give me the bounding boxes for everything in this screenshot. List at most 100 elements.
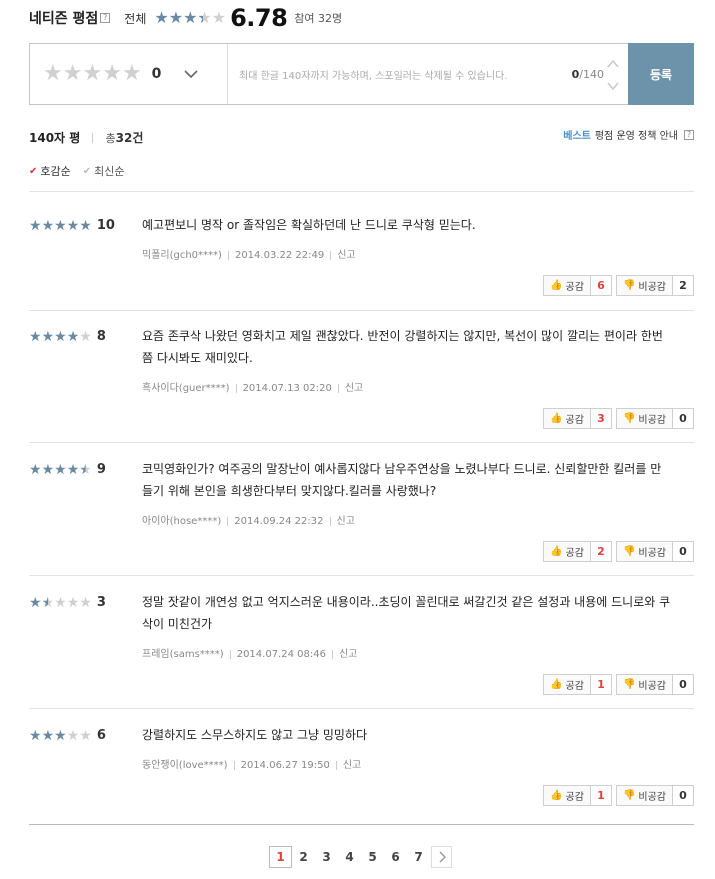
sort-option-latest[interactable]: ✔ 최신순 [83,163,125,179]
star-icon: ★ [29,727,42,744]
rating-stars-input[interactable]: ★ ★ ★ ★ ★ [43,63,142,85]
review-author[interactable]: 동안쟁이(love****) [142,760,228,771]
sort-options: ✔ 호감순 ✔ 최신순 [29,163,137,179]
participant-count: 참여 32명 [294,12,343,25]
review-author[interactable]: 흑사이다(guer****) [142,383,230,394]
dislike-button[interactable]: 👎 비공감 [615,785,673,806]
vote-buttons: 👍 공감 3 👎 비공감 0 [543,408,694,429]
like-button[interactable]: 👍 공감 [543,785,591,806]
review-date: 2014.07.24 08:46 [236,649,326,660]
review-text: 코믹영화인가? 여주공의 말장난이 예사롭지않다 남우주연상을 노렸나부다 드니… [142,462,662,498]
thumbs-down-icon: 👎 [622,413,636,424]
vote-buttons: 👍 공감 6 👎 비공감 2 [543,275,694,296]
dislike-label: 비공감 [638,681,666,692]
page-link-7[interactable]: 7 [407,846,430,868]
divider [29,708,694,709]
review-meta: 프레임(sams****) 2014.07.24 08:46 신고 [142,645,357,660]
star-icon: ★ [82,61,103,86]
divider [29,442,694,443]
vote-buttons: 👍 공감 1 👎 비공감 0 [543,785,694,806]
star-icon: ★ [121,61,142,86]
star-rating: ★ ★ ★ ★ ★ [29,330,92,344]
star-icon: ★ [79,727,92,744]
scroll-arrows-icon[interactable] [606,58,620,92]
sort-label: 호감순 [40,165,71,178]
star-icon: ★ [62,61,83,86]
star-rating: ★ ★ ★ ★ ★ [29,596,92,610]
page-link-1[interactable]: 1 [269,846,292,868]
dislike-button[interactable]: 👎 비공감 [615,674,673,695]
rating-header: 네티즌 평점 ? 전체 ★ ★ ★ ★ ★ 6.78 참여 32명 [29,4,343,32]
report-link[interactable]: 신고 [339,649,357,660]
report-link[interactable]: 신고 [337,516,355,527]
report-link[interactable]: 신고 [345,383,363,394]
like-count: 2 [590,541,612,562]
divider [29,191,694,192]
review-author[interactable]: 아이아(hose****) [142,516,221,527]
star-icon: ★ [197,8,212,27]
review-meta: 믹폴리(gch0****) 2014.03.22 22:49 신고 [142,246,356,261]
policy-help-icon[interactable]: ? [684,129,694,140]
star-icon: ★ [79,217,92,234]
review-date: 2014.09.24 22:32 [234,516,324,527]
divider [227,250,229,260]
list-header: 140자 평 총32건 베스트 평점 운영 정책 안내 ? [29,127,694,145]
review-input-box: ★ ★ ★ ★ ★ 0 최대 한글 140자까지 가능하며, 스포일러는 삭제될 수 있… [29,43,694,105]
thumbs-down-icon: 👎 [622,546,636,557]
page-link-2[interactable]: 2 [292,846,315,868]
sort-label: 최신순 [94,165,125,178]
report-link[interactable]: 신고 [343,760,361,771]
review-score: 3 [96,595,106,610]
like-button[interactable]: 👍 공감 [543,275,591,296]
dislike-button[interactable]: 👎 비공감 [615,408,673,429]
dislike-button[interactable]: 👎 비공감 [615,541,673,562]
next-page-button[interactable] [431,846,452,868]
submit-button[interactable]: 등록 [628,43,694,105]
page-link-3[interactable]: 3 [315,846,338,868]
page-link-5[interactable]: 5 [361,846,384,868]
page-link-6[interactable]: 6 [384,846,407,868]
like-button[interactable]: 👍 공감 [543,408,591,429]
divider [330,250,332,260]
dislike-button[interactable]: 👎 비공감 [615,275,673,296]
review-textarea[interactable]: 최대 한글 140자까지 가능하며, 스포일러는 삭제될 수 있습니다. 0/1… [228,44,628,104]
overall-score: 6.78 [230,4,288,32]
check-icon: ✔ [29,165,38,177]
like-count: 3 [590,408,612,429]
dislike-count: 0 [673,541,694,562]
dislike-label: 비공감 [638,548,666,559]
rating-selector[interactable]: ★ ★ ★ ★ ★ 0 [30,44,228,104]
star-icon: ★ [79,461,92,478]
dislike-count: 0 [673,785,694,806]
like-button[interactable]: 👍 공감 [543,674,591,695]
divider [29,575,694,576]
divider [331,649,333,659]
star-rating: ★ ★ ★ ★ ★ [29,219,92,233]
divider [229,649,231,659]
policy-link[interactable]: 베스트 평점 운영 정책 안내 ? [563,127,694,142]
review-author[interactable]: 프레임(sams****) [142,649,224,660]
divider [235,383,237,393]
review-date: 2014.03.22 22:49 [234,250,325,261]
like-label: 공감 [565,681,584,692]
star-icon: ★ [66,461,80,478]
dislike-label: 비공감 [638,415,666,426]
review-stars: ★ ★ ★ ★ ★ 10 [29,218,115,233]
report-link[interactable]: 신고 [337,250,355,261]
star-icon: ★ [54,217,67,234]
star-icon: ★ [102,61,122,86]
sort-option-likes[interactable]: ✔ 호감순 [29,163,71,179]
divider [335,760,337,770]
all-label: 전체 [124,11,147,26]
help-icon[interactable]: ? [100,13,111,23]
star-icon: ★ [79,594,92,611]
chevron-down-icon[interactable] [183,66,199,82]
thumbs-down-icon: 👎 [622,790,636,801]
like-button[interactable]: 👍 공감 [543,541,591,562]
review-score: 9 [96,462,106,477]
thumbs-up-icon: 👍 [550,546,563,557]
star-icon: ★ [66,217,80,234]
review-author[interactable]: 믹폴리(gch0****) [142,250,222,261]
page-link-4[interactable]: 4 [338,846,361,868]
review-placeholder: 최대 한글 140자까지 가능하며, 스포일러는 삭제될 수 있습니다. [239,70,508,82]
